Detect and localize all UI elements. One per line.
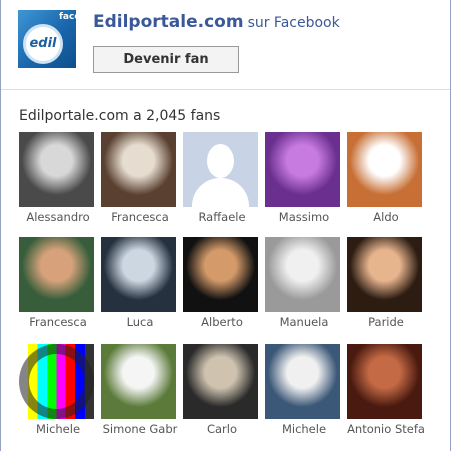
logo-circle: edil <box>23 24 63 64</box>
fan-item[interactable]: Francesca <box>19 237 99 332</box>
fan-box-header: face edil Edilportale.comsur Facebook De… <box>1 0 450 90</box>
fan-avatar[interactable] <box>347 344 422 419</box>
fan-name[interactable]: Michele <box>15 422 101 436</box>
become-fan-button[interactable]: Devenir fan <box>93 46 239 73</box>
fan-name[interactable]: Simone Gabr <box>97 422 183 436</box>
edilportale-logo[interactable]: face edil <box>18 10 76 68</box>
fan-item[interactable]: Aldo <box>347 132 427 227</box>
fan-name[interactable]: Carlo <box>179 422 265 436</box>
fan-name[interactable]: Alberto <box>179 315 265 329</box>
fan-item[interactable]: Michele <box>265 344 345 439</box>
fan-name[interactable]: Francesca <box>97 210 183 224</box>
fan-avatar[interactable] <box>101 237 176 312</box>
fan-name[interactable]: Francesca <box>15 315 101 329</box>
fan-item[interactable]: Raffaele <box>183 132 263 227</box>
fan-name[interactable]: Alessandro <box>15 210 101 224</box>
default-avatar-body <box>192 178 249 207</box>
fan-avatar[interactable] <box>265 344 340 419</box>
fan-avatar[interactable] <box>19 237 94 312</box>
fan-count-text: Edilportale.com a 2,045 fans <box>19 108 221 124</box>
fan-name[interactable]: Massimo <box>261 210 347 224</box>
page-title-suffix: sur Facebook <box>247 15 340 31</box>
fan-name[interactable]: Michele <box>261 422 347 436</box>
fan-avatar[interactable] <box>347 237 422 312</box>
logo-corner-text: face <box>59 12 76 22</box>
fan-name[interactable]: Manuela <box>261 315 347 329</box>
fan-name[interactable]: Luca <box>97 315 183 329</box>
fan-item[interactable]: Antonio Stefa <box>347 344 427 439</box>
default-avatar-head <box>207 144 234 178</box>
avatar-detail <box>19 344 94 419</box>
fan-name[interactable]: Aldo <box>343 210 429 224</box>
fan-box-widget: face edil Edilportale.comsur Facebook De… <box>0 0 451 451</box>
fan-avatar[interactable] <box>183 344 258 419</box>
fan-avatar[interactable] <box>19 132 94 207</box>
fan-avatar[interactable] <box>183 237 258 312</box>
fan-avatar[interactable] <box>101 344 176 419</box>
page-title: Edilportale.com sur Facebook <box>93 12 340 32</box>
fan-avatar[interactable] <box>101 132 176 207</box>
fan-avatar[interactable] <box>347 132 422 207</box>
fan-item[interactable]: Luca <box>101 237 181 332</box>
fan-avatar[interactable] <box>183 132 258 207</box>
fan-item[interactable]: Simone Gabr <box>101 344 181 439</box>
fan-avatar[interactable] <box>265 132 340 207</box>
fan-name[interactable]: Paride <box>343 315 429 329</box>
fan-avatar[interactable] <box>265 237 340 312</box>
fan-item[interactable]: Massimo <box>265 132 345 227</box>
fan-item[interactable]: Alberto <box>183 237 263 332</box>
fan-item[interactable]: Manuela <box>265 237 345 332</box>
fan-name[interactable]: Raffaele <box>179 210 265 224</box>
logo-text: edil <box>29 36 57 51</box>
fan-avatar[interactable] <box>19 344 94 419</box>
fan-item[interactable]: Michele <box>19 344 99 439</box>
fan-item[interactable]: Carlo <box>183 344 263 439</box>
page-name-link[interactable]: Edilportale.com <box>93 12 244 32</box>
fan-name[interactable]: Antonio Stefa <box>343 422 429 436</box>
fan-item[interactable]: Alessandro <box>19 132 99 227</box>
fan-item[interactable]: Paride <box>347 237 427 332</box>
fan-item[interactable]: Francesca <box>101 132 181 227</box>
